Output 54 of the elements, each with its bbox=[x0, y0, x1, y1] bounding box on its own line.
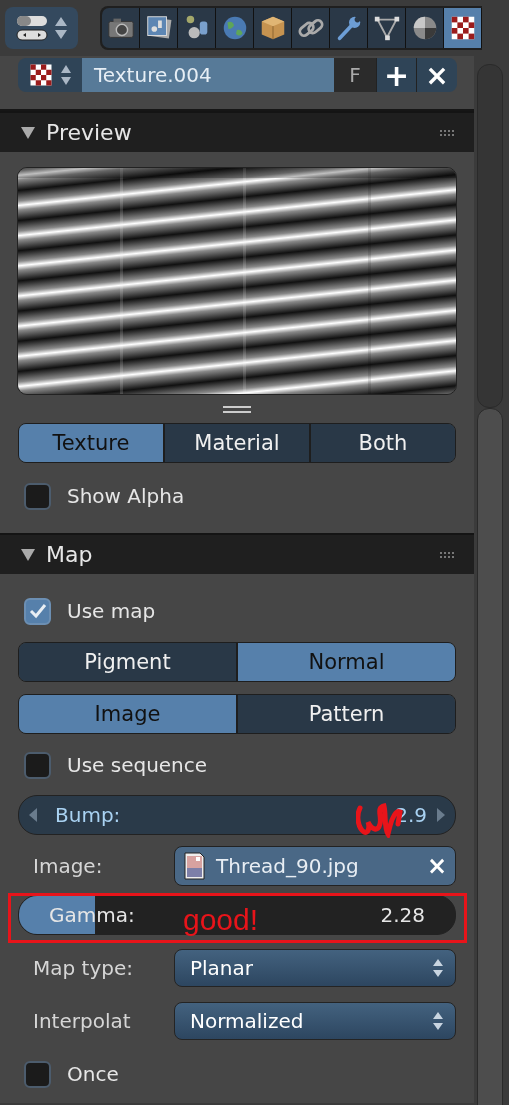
map-type-dropdown[interactable]: Planar bbox=[174, 949, 456, 987]
properties-tab[interactable] bbox=[178, 8, 216, 48]
image-file-icon bbox=[183, 852, 206, 880]
drag-grip-icon[interactable] bbox=[440, 129, 454, 136]
checkbox[interactable] bbox=[24, 597, 51, 625]
new-texture-button[interactable]: + bbox=[376, 58, 416, 92]
properties-tab[interactable] bbox=[330, 8, 368, 48]
field-label: Image: bbox=[32, 854, 104, 878]
up-down-arrows-icon bbox=[431, 957, 445, 979]
panel-title: Preview bbox=[46, 120, 133, 145]
check-icon bbox=[27, 601, 48, 621]
properties-tab[interactable] bbox=[140, 8, 178, 48]
panel-header[interactable]: Preview bbox=[0, 111, 474, 152]
checkbox[interactable] bbox=[24, 482, 51, 510]
properties-tab[interactable] bbox=[254, 8, 292, 48]
checkbox[interactable] bbox=[24, 751, 51, 779]
properties-tab[interactable] bbox=[216, 8, 254, 48]
right-arrow-icon[interactable] bbox=[437, 807, 447, 823]
panel-header[interactable]: Map bbox=[0, 533, 474, 574]
texture-name-field[interactable]: Texture.004 bbox=[82, 58, 334, 92]
up-down-arrows-icon bbox=[431, 1010, 445, 1032]
toggle-layout-icon bbox=[14, 13, 49, 43]
checkbox-label: Once bbox=[67, 1062, 119, 1086]
preview-mode-tab[interactable]: Texture bbox=[19, 424, 165, 462]
texture-browse-button[interactable] bbox=[18, 58, 82, 92]
properties-tab[interactable] bbox=[406, 8, 444, 48]
segment-button[interactable]: Normal bbox=[238, 643, 455, 681]
checkbox-label: Show Alpha bbox=[67, 484, 185, 508]
checkbox-label: Use sequence bbox=[67, 753, 208, 777]
segment-button[interactable]: Image bbox=[19, 695, 238, 733]
segment-button[interactable]: Pattern bbox=[238, 695, 455, 733]
unlink-texture-button[interactable]: × bbox=[416, 58, 457, 92]
properties-tab[interactable] bbox=[102, 8, 140, 48]
editor-type-selector[interactable] bbox=[5, 7, 78, 49]
checkbox-label: Use map bbox=[67, 599, 156, 623]
checkbox[interactable] bbox=[24, 1060, 51, 1088]
properties-tab[interactable] bbox=[292, 8, 330, 48]
segment-button[interactable]: Pigment bbox=[19, 643, 238, 681]
annotation-note: good! bbox=[183, 905, 259, 935]
panel-title: Map bbox=[46, 542, 94, 567]
field-label: Map type: bbox=[32, 956, 134, 980]
interpolation-dropdown[interactable]: Normalized bbox=[174, 1002, 456, 1040]
preview-mode-tab[interactable]: Material bbox=[165, 424, 311, 462]
resize-handle-icon[interactable] bbox=[223, 404, 251, 414]
image-field[interactable]: Thread_90.jpg × bbox=[174, 846, 456, 886]
drag-grip-icon[interactable] bbox=[440, 551, 454, 558]
left-arrow-icon[interactable] bbox=[27, 807, 37, 823]
field-label: Interpolat bbox=[32, 1009, 132, 1033]
clear-button[interactable]: × bbox=[426, 852, 447, 880]
fake-user-button[interactable]: F bbox=[334, 58, 376, 92]
properties-tab[interactable] bbox=[444, 8, 482, 48]
properties-tab[interactable] bbox=[368, 8, 406, 48]
preview-mode-tab[interactable]: Both bbox=[311, 424, 455, 462]
scrollbar-thumb[interactable] bbox=[477, 408, 503, 1105]
